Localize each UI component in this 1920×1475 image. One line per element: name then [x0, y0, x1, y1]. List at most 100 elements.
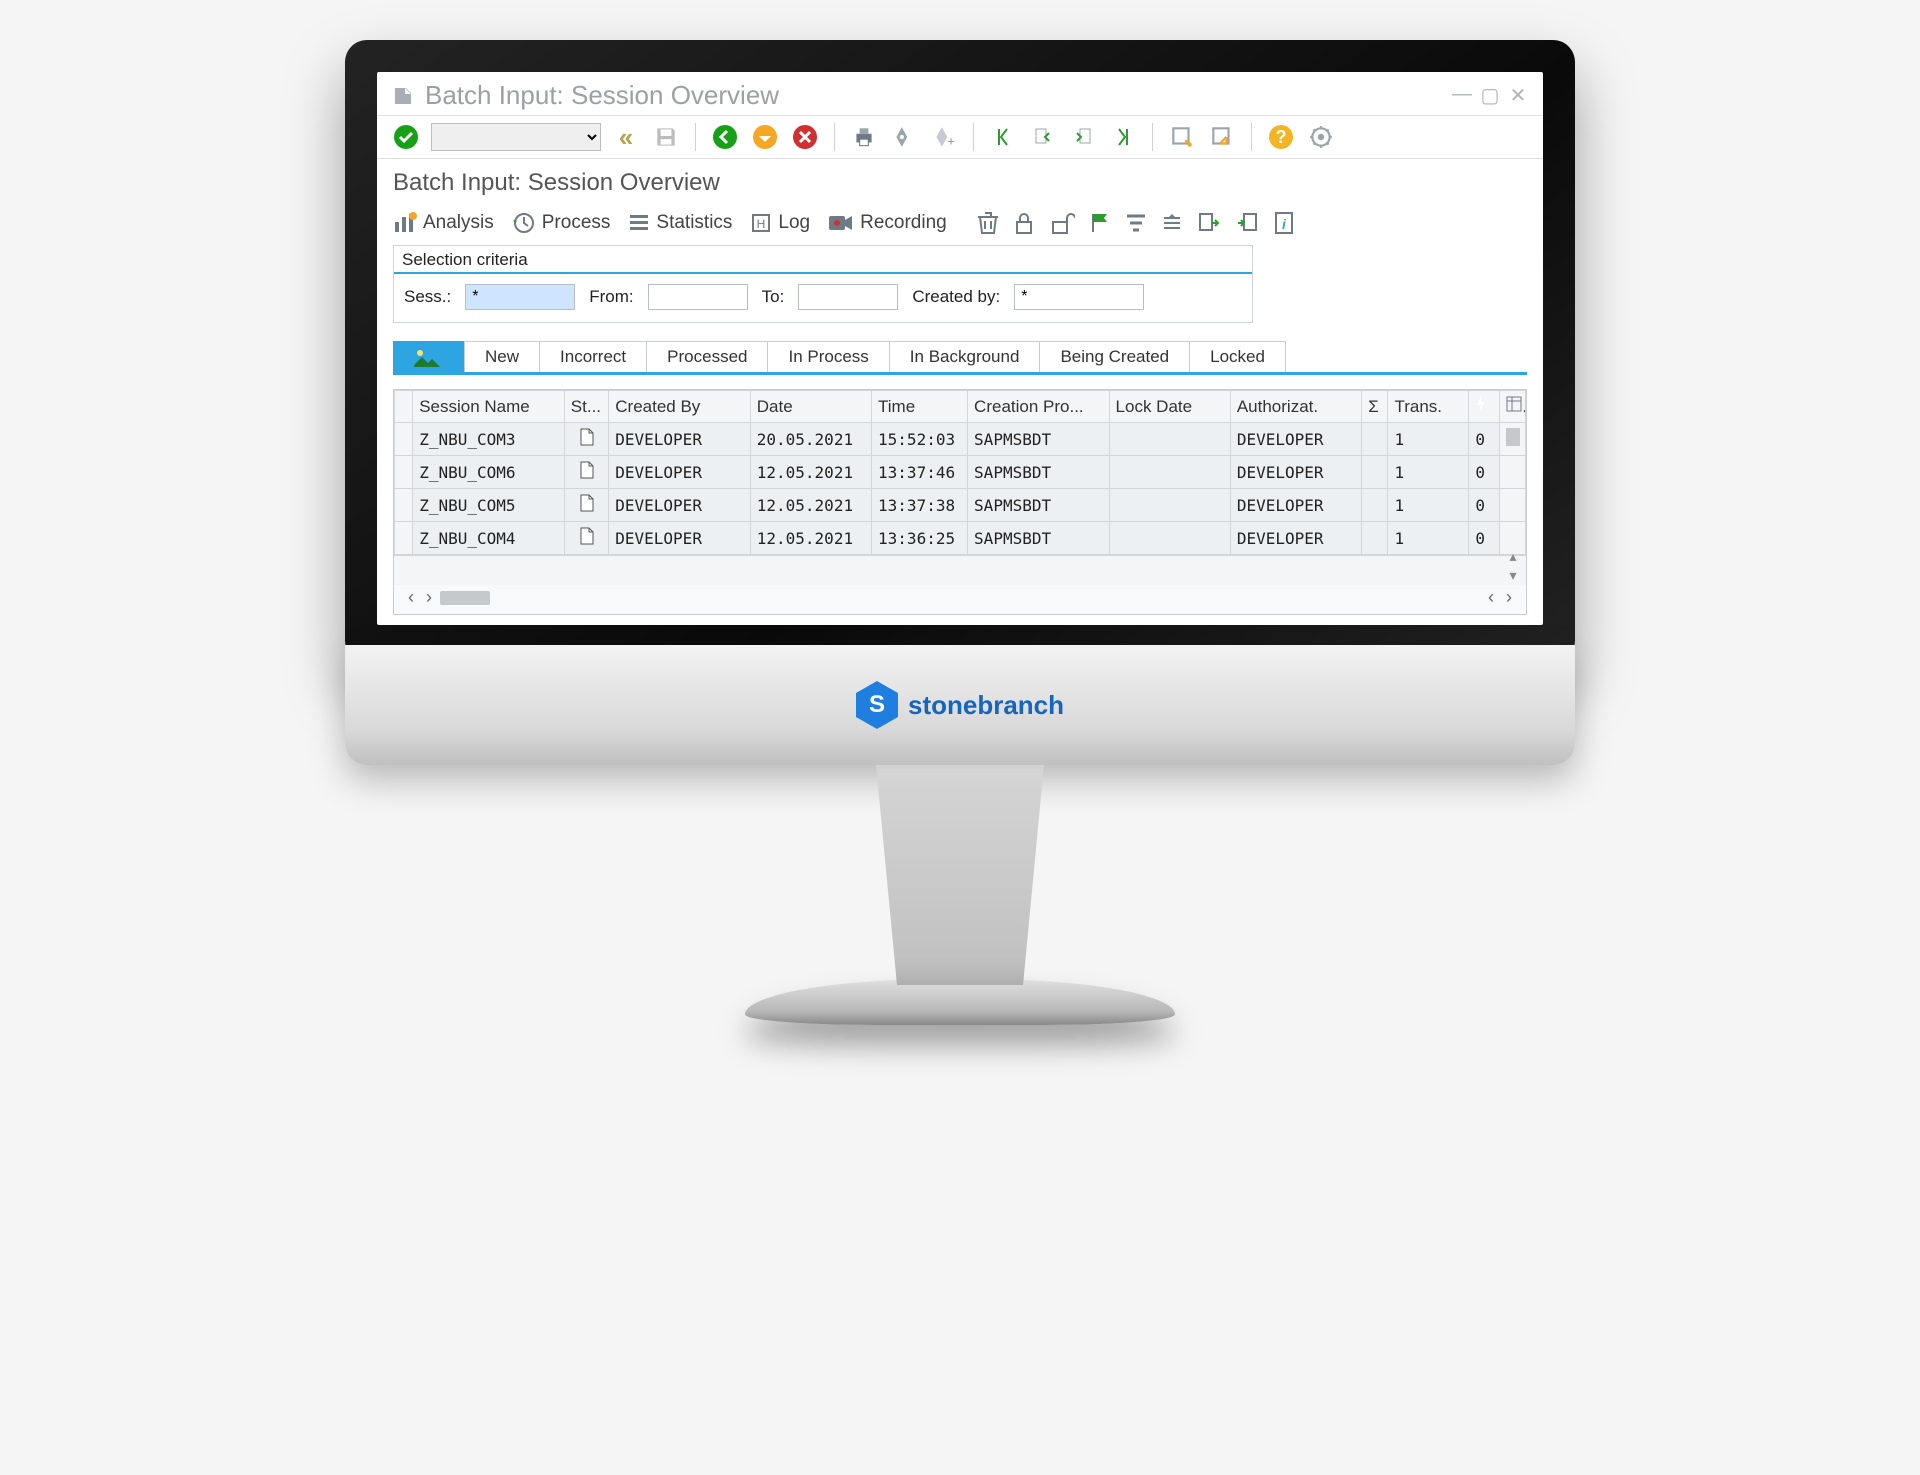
cell-status — [564, 456, 608, 489]
col-lockdate[interactable]: Lock Date — [1109, 391, 1230, 423]
scroll-thumb[interactable] — [1506, 428, 1520, 446]
first-page-icon[interactable] — [988, 122, 1018, 152]
exit-icon[interactable] — [750, 122, 780, 152]
hscroll-right2-icon[interactable]: › — [1502, 587, 1516, 608]
recording-label: Recording — [860, 212, 947, 234]
hscroll-left2-icon[interactable]: ‹ — [1484, 587, 1498, 608]
table-row[interactable]: Z_NBU_COM6DEVELOPER12.05.202113:37:46SAP… — [395, 456, 1526, 489]
separator — [1152, 123, 1153, 151]
hscroll-right-icon[interactable]: › — [422, 587, 436, 608]
svg-text:+: + — [947, 134, 955, 149]
recording-button[interactable]: Recording — [828, 212, 947, 234]
scroll-up-icon[interactable]: ▴ — [1504, 548, 1522, 565]
back-icon[interactable] — [710, 122, 740, 152]
window-titlebar: Batch Input: Session Overview — ▢ ✕ — [377, 72, 1543, 116]
customize-icon[interactable] — [1306, 122, 1336, 152]
info-icon[interactable]: i — [1273, 211, 1295, 235]
unlock-icon[interactable] — [1049, 211, 1075, 235]
process-button[interactable]: Process — [512, 211, 611, 235]
minimize-button[interactable]: — — [1451, 83, 1473, 108]
from-label: From: — [589, 287, 633, 307]
hscroll-thumb[interactable] — [440, 591, 490, 605]
cell-trans: 1 — [1388, 522, 1469, 555]
tab-inprocess[interactable]: In Process — [767, 341, 889, 372]
new-session-icon[interactable] — [1167, 122, 1197, 152]
delete-icon[interactable] — [977, 211, 999, 235]
col-status[interactable]: St... — [564, 391, 608, 423]
hscroll-left-icon[interactable]: ‹ — [404, 587, 418, 608]
sub-toolbar: Analysis Process Statistics H Log Record… — [377, 207, 1543, 245]
statistics-icon — [628, 212, 650, 234]
maximize-button[interactable]: ▢ — [1479, 83, 1501, 108]
import-icon[interactable] — [1235, 211, 1259, 235]
row-handle[interactable] — [395, 489, 413, 522]
statistics-button[interactable]: Statistics — [628, 212, 732, 234]
log-button[interactable]: H Log — [750, 212, 810, 234]
document-icon — [579, 527, 595, 545]
recording-icon — [828, 213, 854, 233]
close-button[interactable]: ✕ — [1507, 83, 1529, 108]
cell-lock — [1109, 423, 1230, 456]
last-page-icon[interactable] — [1108, 122, 1138, 152]
tab-overview-active[interactable] — [393, 341, 465, 372]
help-icon[interactable]: ? — [1266, 122, 1296, 152]
tab-incorrect[interactable]: Incorrect — [539, 341, 647, 372]
cell-auth: DEVELOPER — [1230, 423, 1361, 456]
col-sessionname[interactable]: Session Name — [413, 391, 565, 423]
to-input[interactable] — [798, 284, 898, 310]
lock-icon[interactable] — [1013, 211, 1035, 235]
row-handle[interactable] — [395, 522, 413, 555]
col-time[interactable]: Time — [872, 391, 968, 423]
tab-processed[interactable]: Processed — [646, 341, 768, 372]
row-handle[interactable] — [395, 456, 413, 489]
analysis-button[interactable]: Analysis — [393, 212, 494, 234]
back-collapse-icon[interactable]: « — [611, 122, 641, 152]
vertical-scrollbar[interactable]: ▴ ▾ — [1504, 428, 1522, 584]
tab-beingcreated[interactable]: Being Created — [1039, 341, 1190, 372]
command-field[interactable] — [431, 123, 601, 151]
col-authorizat[interactable]: Authorizat. — [1230, 391, 1361, 423]
col-trans[interactable]: Trans. — [1388, 391, 1469, 423]
col-createdby[interactable]: Created By — [609, 391, 751, 423]
filter-icon[interactable] — [1125, 212, 1147, 234]
cell-time: 13:37:46 — [872, 456, 968, 489]
col-date[interactable]: Date — [750, 391, 871, 423]
createdby-label: Created by: — [912, 287, 1000, 307]
find-next-icon[interactable]: + — [929, 122, 959, 152]
table-row[interactable]: Z_NBU_COM4DEVELOPER12.05.202113:36:25SAP… — [395, 522, 1526, 555]
col-settings[interactable] — [1499, 391, 1525, 423]
table-row[interactable]: Z_NBU_COM3DEVELOPER20.05.202115:52:03SAP… — [395, 423, 1526, 456]
col-sum[interactable]: Σ — [1362, 391, 1388, 423]
enter-icon[interactable] — [391, 122, 421, 152]
next-page-icon[interactable] — [1068, 122, 1098, 152]
cell-auth: DEVELOPER — [1230, 489, 1361, 522]
sort-icon[interactable] — [1161, 212, 1183, 234]
row-handle[interactable] — [395, 423, 413, 456]
from-input[interactable] — [648, 284, 748, 310]
col-errors[interactable] — [1469, 391, 1499, 423]
cell-sum — [1362, 489, 1388, 522]
cell-session: Z_NBU_COM6 — [413, 456, 565, 489]
tab-new[interactable]: New — [464, 341, 540, 372]
separator — [1251, 123, 1252, 151]
cell-time: 13:37:38 — [872, 489, 968, 522]
row-selector-header[interactable] — [395, 391, 413, 423]
scroll-down-icon[interactable]: ▾ — [1504, 567, 1522, 584]
tab-inbackground[interactable]: In Background — [889, 341, 1041, 372]
landscape-icon — [412, 347, 446, 367]
cancel-icon[interactable] — [790, 122, 820, 152]
print-icon[interactable] — [849, 122, 879, 152]
col-creationprog[interactable]: Creation Pro... — [968, 391, 1110, 423]
find-icon[interactable] — [889, 122, 919, 152]
generate-shortcut-icon[interactable] — [1207, 122, 1237, 152]
save-icon[interactable] — [651, 122, 681, 152]
cell-err: 0 — [1469, 522, 1499, 555]
prev-page-icon[interactable] — [1028, 122, 1058, 152]
createdby-input[interactable] — [1014, 284, 1144, 310]
tab-locked[interactable]: Locked — [1189, 341, 1286, 372]
flag-icon[interactable] — [1089, 211, 1111, 235]
screen: Batch Input: Session Overview — ▢ ✕ « — [377, 72, 1543, 625]
table-row[interactable]: Z_NBU_COM5DEVELOPER12.05.202113:37:38SAP… — [395, 489, 1526, 522]
sess-input[interactable] — [465, 284, 575, 310]
export-icon[interactable] — [1197, 211, 1221, 235]
